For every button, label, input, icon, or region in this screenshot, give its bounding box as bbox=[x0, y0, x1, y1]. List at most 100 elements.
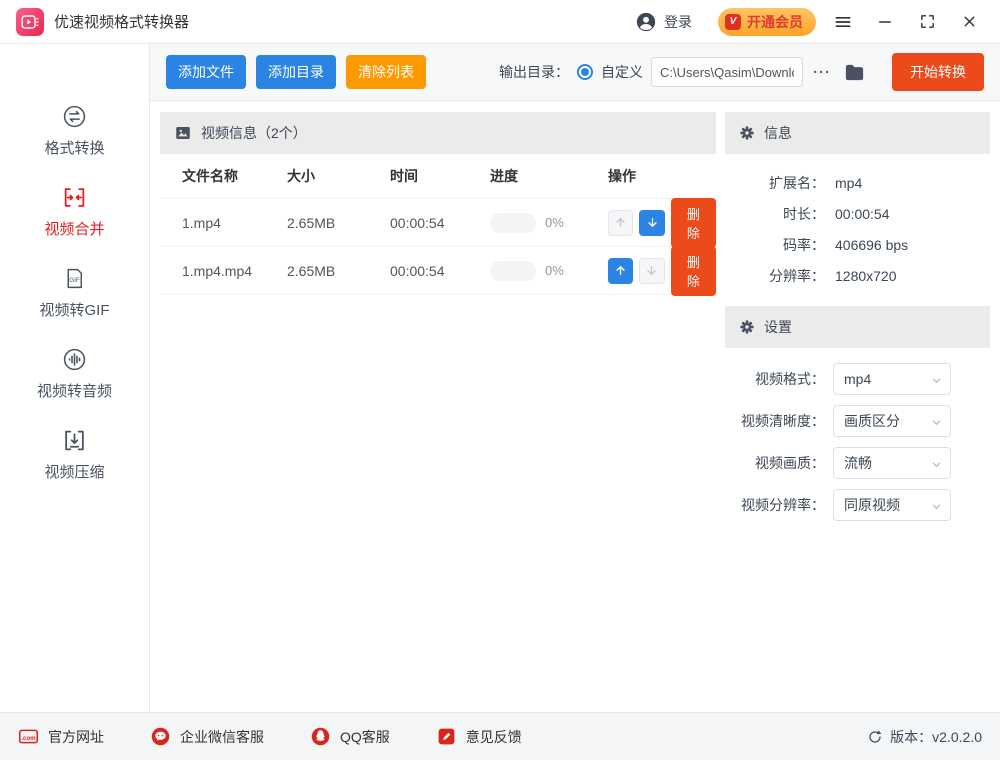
chevron-down-icon bbox=[931, 417, 942, 428]
file-size: 2.65MB bbox=[287, 262, 336, 279]
wechat-service-icon bbox=[150, 726, 171, 747]
column-header-size: 大小 bbox=[287, 168, 315, 184]
sidebar-item-label: 视频转音频 bbox=[36, 383, 112, 400]
open-folder-button[interactable] bbox=[843, 61, 866, 84]
move-down-button bbox=[639, 257, 665, 284]
info-label: 分辨率： bbox=[769, 268, 825, 284]
video-to-gif-icon: GIF bbox=[62, 266, 87, 291]
vip-button[interactable]: V 开通会员 bbox=[718, 7, 816, 36]
move-up-button[interactable] bbox=[608, 257, 634, 284]
move-down-button[interactable] bbox=[639, 209, 665, 236]
output-dir-group: 输出目录： 自定义 ··· 开始转换 bbox=[499, 53, 984, 91]
sidebar-item-label: 视频压缩 bbox=[44, 464, 105, 481]
gear-icon bbox=[739, 319, 755, 335]
footer-link-label: QQ客服 bbox=[340, 728, 390, 745]
sidebar-item-label: 视频合并 bbox=[44, 221, 105, 238]
close-button[interactable] bbox=[954, 7, 984, 37]
maximize-button[interactable] bbox=[912, 7, 942, 37]
app-title: 优速视频格式转换器 bbox=[54, 14, 190, 31]
file-name: 1.mp4 bbox=[182, 214, 221, 231]
footer-link-label: 意见反馈 bbox=[465, 728, 522, 745]
file-duration: 00:00:54 bbox=[390, 214, 445, 231]
close-icon bbox=[961, 13, 978, 30]
video-merge-icon bbox=[62, 185, 87, 210]
sidebar-item-video-compress[interactable]: 视频压缩 bbox=[44, 428, 105, 482]
info-panel-title: 信息 bbox=[764, 125, 792, 141]
info-value: 406696 bps bbox=[835, 237, 909, 253]
chevron-down-icon bbox=[931, 501, 942, 512]
arrow-up-icon bbox=[614, 264, 627, 277]
login-button[interactable]: 登录 bbox=[635, 11, 692, 33]
video-quality-select[interactable]: 流畅 bbox=[833, 447, 951, 479]
version-label: 版本：v2.0.2.0 bbox=[890, 728, 982, 745]
custom-dir-radio[interactable] bbox=[577, 64, 593, 80]
feedback-icon bbox=[436, 726, 457, 747]
setting-label: 视频分辨率： bbox=[741, 497, 825, 513]
sidebar-item-video-merge[interactable]: 视频合并 bbox=[44, 185, 105, 239]
info-value: 00:00:54 bbox=[835, 206, 890, 222]
delete-button[interactable]: 删除 bbox=[670, 197, 716, 248]
login-label: 登录 bbox=[664, 13, 692, 30]
arrow-up-icon bbox=[614, 216, 627, 229]
start-convert-button[interactable]: 开始转换 bbox=[892, 53, 984, 91]
sidebar-item-format-convert[interactable]: 格式转换 bbox=[44, 104, 105, 158]
column-header-progress: 进度 bbox=[490, 168, 518, 184]
output-path-input[interactable] bbox=[651, 57, 803, 87]
video-resolution-select[interactable]: 同原视频 bbox=[833, 489, 951, 521]
chevron-down-icon bbox=[931, 375, 942, 386]
select-value: mp4 bbox=[844, 371, 872, 387]
select-value: 画质区分 bbox=[844, 413, 900, 429]
progress-bar bbox=[490, 260, 536, 281]
sidebar-item-video-to-audio[interactable]: 视频转音频 bbox=[37, 347, 112, 401]
file-size: 2.65MB bbox=[287, 214, 336, 231]
progress-percent: 0% bbox=[545, 215, 564, 230]
feedback-link[interactable]: 意见反馈 bbox=[436, 726, 522, 747]
table-header-row: 文件名称 大小 时间 进度 操作 bbox=[160, 154, 716, 199]
video-format-select[interactable]: mp4 bbox=[833, 363, 951, 395]
vip-label: 开通会员 bbox=[747, 13, 803, 30]
folder-icon bbox=[843, 61, 866, 84]
sidebar-item-video-to-gif[interactable]: GIF 视频转GIF bbox=[40, 266, 110, 320]
app-logo-icon bbox=[16, 7, 44, 36]
titlebar-controls: 登录 V 开通会员 bbox=[635, 7, 984, 37]
gear-icon bbox=[739, 125, 755, 141]
wechat-service-link[interactable]: 企业微信客服 bbox=[150, 726, 264, 747]
qq-service-icon bbox=[310, 726, 331, 747]
video-clarity-select[interactable]: 画质区分 bbox=[833, 405, 951, 437]
sidebar-item-label: 视频转GIF bbox=[39, 302, 110, 319]
website-icon: .com bbox=[18, 726, 39, 747]
qq-service-link[interactable]: QQ客服 bbox=[310, 726, 390, 747]
info-label: 扩展名： bbox=[769, 175, 825, 191]
add-file-button[interactable]: 添加文件 bbox=[166, 55, 246, 89]
official-website-link[interactable]: .com 官方网址 bbox=[18, 726, 104, 747]
menu-button[interactable] bbox=[828, 7, 858, 37]
delete-button[interactable]: 删除 bbox=[670, 245, 716, 296]
info-value: mp4 bbox=[835, 175, 863, 191]
user-icon bbox=[635, 11, 657, 33]
table-row[interactable]: 1.mp4.mp4 2.65MB 00:00:54 0% 删除 bbox=[160, 245, 716, 296]
browse-more-button[interactable]: ··· bbox=[811, 64, 833, 81]
svg-text:.com: .com bbox=[21, 735, 36, 742]
chevron-down-icon bbox=[931, 459, 942, 470]
custom-dir-radio-label: 自定义 bbox=[601, 64, 643, 80]
footer-link-label: 官方网址 bbox=[48, 728, 104, 745]
clear-list-button[interactable]: 清除列表 bbox=[346, 55, 426, 89]
column-header-time: 时间 bbox=[390, 168, 418, 184]
table-row[interactable]: 1.mp4 2.65MB 00:00:54 0% 删除 bbox=[160, 197, 716, 248]
select-value: 同原视频 bbox=[844, 497, 900, 513]
add-directory-button[interactable]: 添加目录 bbox=[256, 55, 336, 89]
sidebar-item-label: 格式转换 bbox=[44, 140, 105, 157]
setting-label: 视频格式： bbox=[755, 371, 825, 387]
settings-body: 视频格式： mp4 视频清晰度： 画质区分 视频画质： 流畅 视频分辨率： 同原… bbox=[725, 348, 990, 539]
vip-icon: V bbox=[725, 13, 741, 30]
video-info-icon bbox=[174, 124, 192, 142]
info-label: 码率： bbox=[783, 237, 825, 253]
maximize-icon bbox=[919, 13, 936, 30]
file-name: 1.mp4.mp4 bbox=[182, 262, 253, 279]
minimize-button[interactable] bbox=[870, 7, 900, 37]
video-compress-icon bbox=[62, 428, 87, 453]
info-value: 1280x720 bbox=[835, 268, 897, 284]
hamburger-icon bbox=[833, 12, 853, 32]
column-header-filename: 文件名称 bbox=[182, 168, 238, 184]
version-info: 版本：v2.0.2.0 bbox=[867, 727, 982, 747]
